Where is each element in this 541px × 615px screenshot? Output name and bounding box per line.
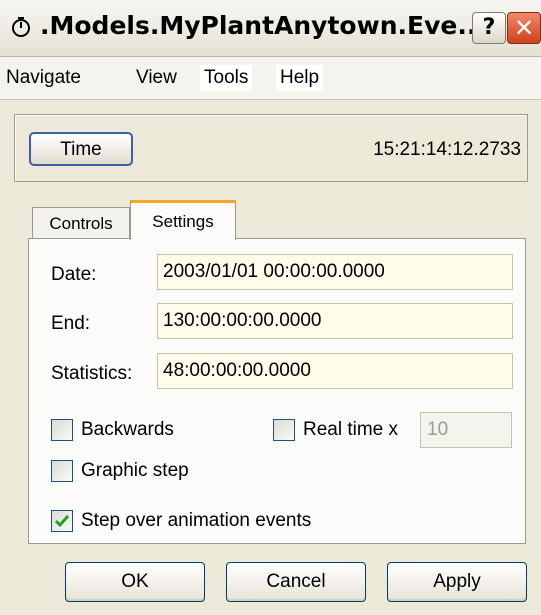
menu-tools[interactable]: Tools: [200, 65, 253, 91]
time-readout: 15:21:14:12.2733: [373, 139, 521, 160]
menu-view[interactable]: View: [132, 65, 181, 91]
tab-controls[interactable]: Controls: [32, 207, 130, 239]
menu-bar: Navigate View Tools Help: [0, 57, 541, 100]
check-mark-icon: [54, 515, 70, 528]
realtime-factor-input[interactable]: 10: [420, 412, 512, 448]
time-button[interactable]: Time: [29, 132, 133, 166]
close-button[interactable]: ✕: [507, 12, 541, 44]
menu-help[interactable]: Help: [276, 65, 324, 91]
end-label: End:: [51, 313, 91, 334]
title-bar[interactable]: .Models.MyPlantAnytown.Eve... ? ✕: [0, 0, 541, 57]
help-button[interactable]: ?: [472, 12, 506, 44]
date-label: Date:: [51, 264, 97, 285]
backwards-checkbox[interactable]: [51, 419, 73, 441]
tab-settings[interactable]: Settings: [130, 200, 236, 240]
statistics-field[interactable]: 48:00:00:00.0000: [157, 353, 513, 389]
step-over-label: Step over animation events: [81, 510, 312, 531]
timer-icon: [12, 17, 30, 37]
end-field[interactable]: 130:00:00:00.0000: [157, 303, 513, 339]
ok-button[interactable]: OK: [65, 562, 205, 602]
realtime-label: Real time x: [303, 419, 399, 440]
step-over-checkbox[interactable]: [51, 510, 73, 532]
graphic-step-checkbox[interactable]: [51, 460, 73, 482]
window-title: .Models.MyPlantAnytown.Eve...: [40, 11, 486, 40]
apply-button[interactable]: Apply: [387, 562, 527, 602]
cancel-button[interactable]: Cancel: [226, 562, 366, 602]
backwards-label: Backwards: [81, 419, 174, 440]
statistics-label: Statistics:: [51, 363, 133, 384]
date-field[interactable]: 2003/01/01 00:00:00.0000: [157, 254, 513, 290]
realtime-checkbox[interactable]: [273, 419, 295, 441]
menu-navigate[interactable]: Navigate: [2, 65, 85, 91]
graphic-step-label: Graphic step: [81, 460, 189, 481]
